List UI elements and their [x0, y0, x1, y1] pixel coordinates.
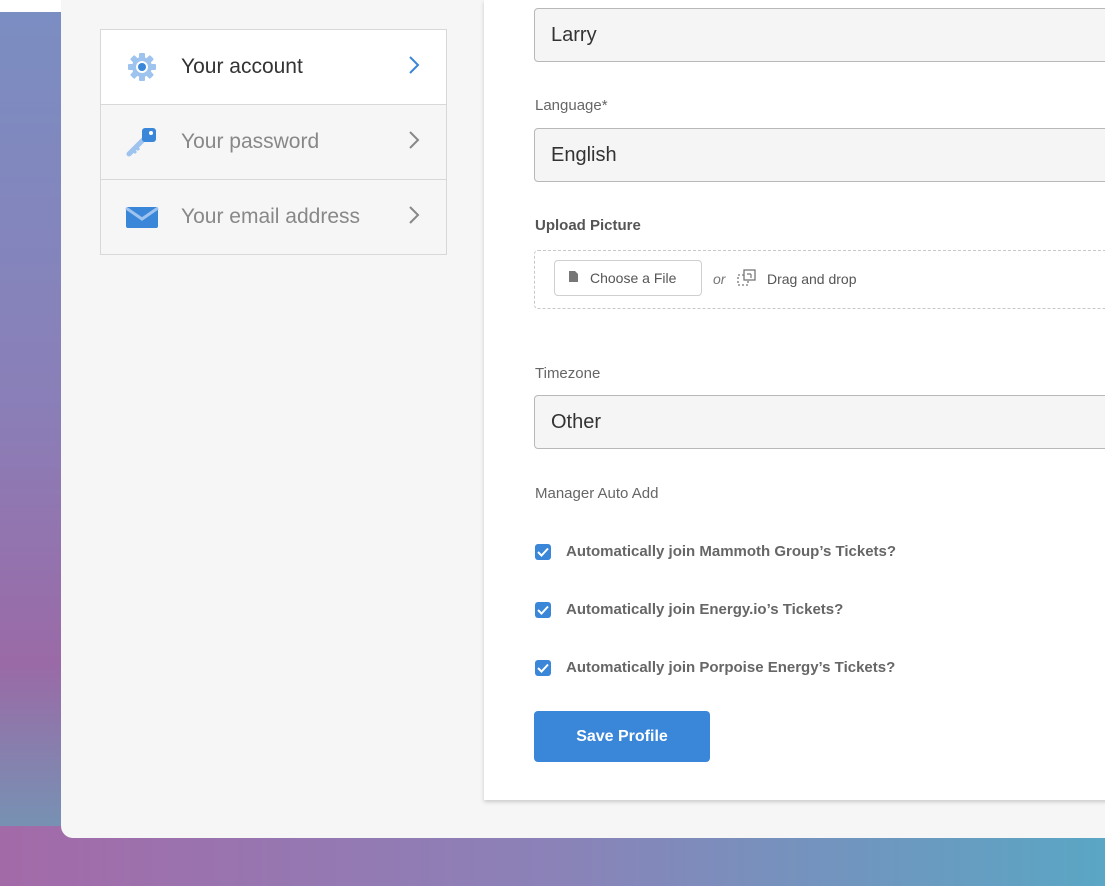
- upload-picture-label: Upload Picture: [535, 217, 641, 234]
- key-icon: [123, 127, 161, 157]
- checkbox-label: Automatically join Porpoise Energy’s Tic…: [566, 659, 896, 676]
- chevron-right-icon: [408, 205, 420, 230]
- name-field[interactable]: Larry: [534, 8, 1105, 62]
- gear-icon: [123, 52, 161, 82]
- envelope-icon: [123, 202, 161, 232]
- upload-dropzone[interactable]: Choose a File or Drag and drop: [534, 250, 1105, 309]
- checkbox-row[interactable]: Automatically join Porpoise Energy’s Tic…: [535, 659, 895, 676]
- manager-auto-add-label: Manager Auto Add: [535, 485, 659, 502]
- save-profile-button[interactable]: Save Profile: [534, 711, 710, 762]
- menu-label: Your password: [181, 130, 320, 153]
- checkbox-label: Automatically join Mammoth Group’s Ticke…: [566, 543, 897, 560]
- menu-label: Your account: [181, 55, 303, 78]
- checkbox-row[interactable]: Automatically join Mammoth Group’s Ticke…: [535, 543, 896, 560]
- checkbox-label: Automatically join Energy.io’s Tickets?: [566, 601, 844, 618]
- menu-label: Your email address: [181, 205, 360, 228]
- drag-drop-icon: [737, 269, 757, 292]
- chevron-right-icon: [408, 55, 420, 80]
- menu-item-your-password[interactable]: Your password: [101, 105, 446, 180]
- drag-drop-label: Drag and drop: [767, 271, 857, 287]
- timezone-select[interactable]: Other: [534, 395, 1105, 449]
- checkbox-checked[interactable]: [535, 601, 551, 618]
- choose-file-label: Choose a File: [590, 270, 677, 286]
- menu-item-your-email-address[interactable]: Your email address: [101, 180, 446, 254]
- checkbox-checked[interactable]: [535, 543, 551, 560]
- checkbox-row[interactable]: Automatically join Energy.io’s Tickets?: [535, 601, 843, 618]
- timezone-label: Timezone: [535, 365, 601, 382]
- language-label: Language*: [535, 97, 608, 114]
- checkbox-checked[interactable]: [535, 659, 551, 676]
- chevron-right-icon: [408, 130, 420, 155]
- menu-item-your-account[interactable]: Your account: [101, 30, 446, 105]
- file-icon: [569, 269, 578, 287]
- or-text: or: [713, 271, 726, 287]
- settings-menu: Your account Your password Your email ad…: [100, 29, 447, 255]
- language-select[interactable]: English: [534, 128, 1105, 182]
- choose-file-button[interactable]: Choose a File: [554, 260, 702, 296]
